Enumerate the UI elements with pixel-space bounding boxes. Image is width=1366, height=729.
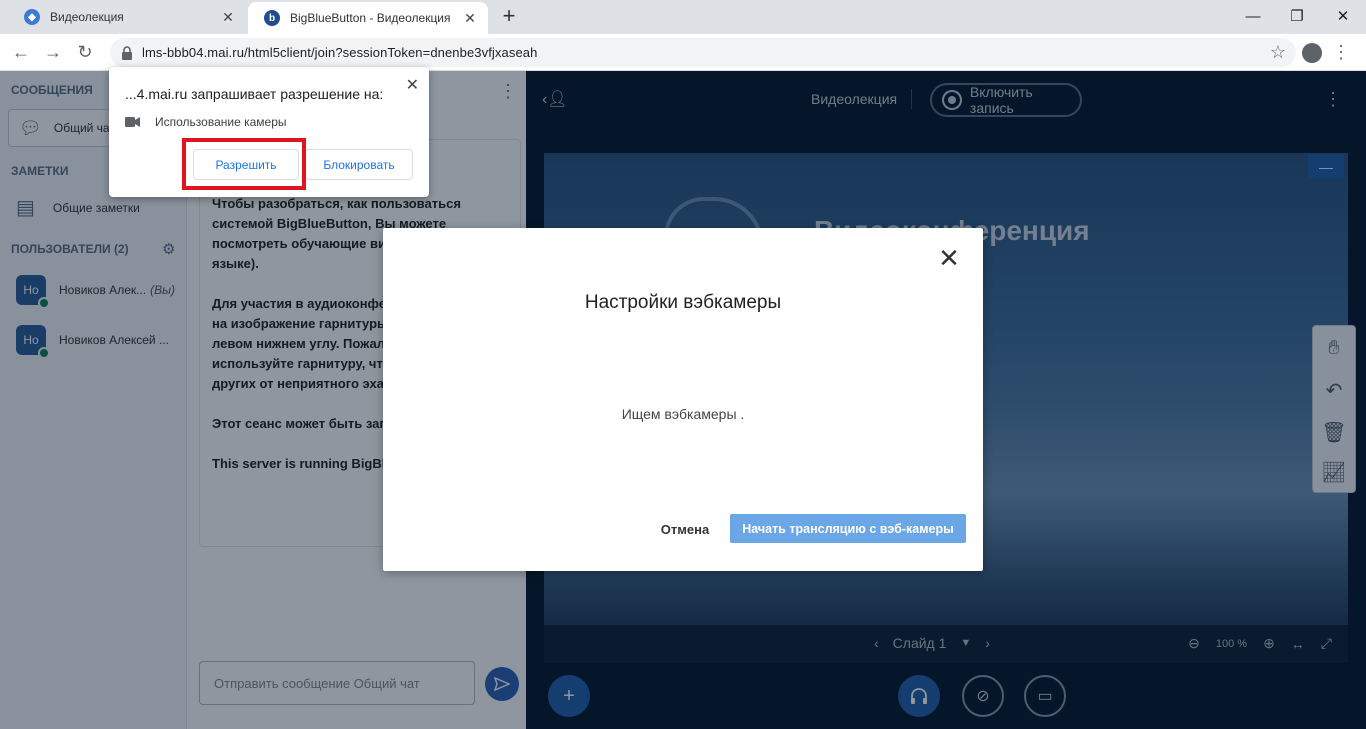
close-icon[interactable]: ✕: [937, 245, 961, 271]
reload-icon[interactable]: ↻: [72, 39, 98, 65]
lock-icon[interactable]: [120, 45, 134, 60]
minimize-window-icon[interactable]: —: [1230, 4, 1276, 28]
forward-icon[interactable]: →: [40, 39, 66, 65]
restore-window-icon[interactable]: ❐: [1274, 4, 1320, 28]
modal-title: Настройки вэбкамеры: [584, 292, 782, 313]
profile-avatar-icon[interactable]: [1302, 43, 1322, 63]
tab-label: Видеолекция: [50, 10, 124, 24]
browser-toolbar: ← → ↻ lms-bbb04.mai.ru/html5client/join?…: [0, 34, 1366, 71]
cancel-button[interactable]: Отмена: [651, 514, 719, 544]
close-tab-icon[interactable]: ✕: [462, 10, 478, 26]
address-bar[interactable]: lms-bbb04.mai.ru/html5client/join?sessio…: [110, 38, 1296, 67]
block-button[interactable]: Блокировать: [305, 149, 413, 180]
back-icon[interactable]: ←: [8, 39, 34, 65]
url-text: lms-bbb04.mai.ru/html5client/join?sessio…: [142, 45, 538, 60]
close-tab-icon[interactable]: ✕: [220, 9, 236, 25]
browser-tab-bar: ◆ Видеолекция ✕ b BigBlueButton - Видеол…: [0, 0, 1366, 34]
video-camera-icon: [125, 116, 141, 128]
browser-menu-icon[interactable]: ⋮: [1332, 42, 1350, 63]
new-tab-icon[interactable]: +: [498, 5, 520, 27]
tab-label: BigBlueButton - Видеолекция: [290, 11, 451, 25]
webcam-settings-modal: ✕ Настройки вэбкамеры Ищем вэбкамеры . О…: [383, 228, 983, 571]
webcam-search-status: Ищем вэбкамеры .: [621, 406, 745, 422]
permission-item-label: Использование камеры: [155, 115, 287, 129]
site-favicon-icon: ◆: [24, 9, 40, 25]
permission-title: ...4.mai.ru запрашивает разрешение на:: [125, 86, 384, 102]
start-webcam-button[interactable]: Начать трансляцию с вэб-камеры: [730, 514, 966, 543]
tab-videolecture[interactable]: ◆ Видеолекция ✕: [8, 0, 246, 34]
bbb-favicon-icon: b: [264, 10, 280, 26]
permission-item: Использование камеры: [125, 115, 287, 129]
highlight-annotation: [182, 138, 306, 190]
close-icon[interactable]: ✕: [406, 75, 419, 95]
close-window-icon[interactable]: ✕: [1320, 4, 1366, 28]
bookmark-star-icon[interactable]: ☆: [1270, 42, 1286, 63]
tab-bigbluebutton[interactable]: b BigBlueButton - Видеолекция ✕: [248, 2, 488, 34]
